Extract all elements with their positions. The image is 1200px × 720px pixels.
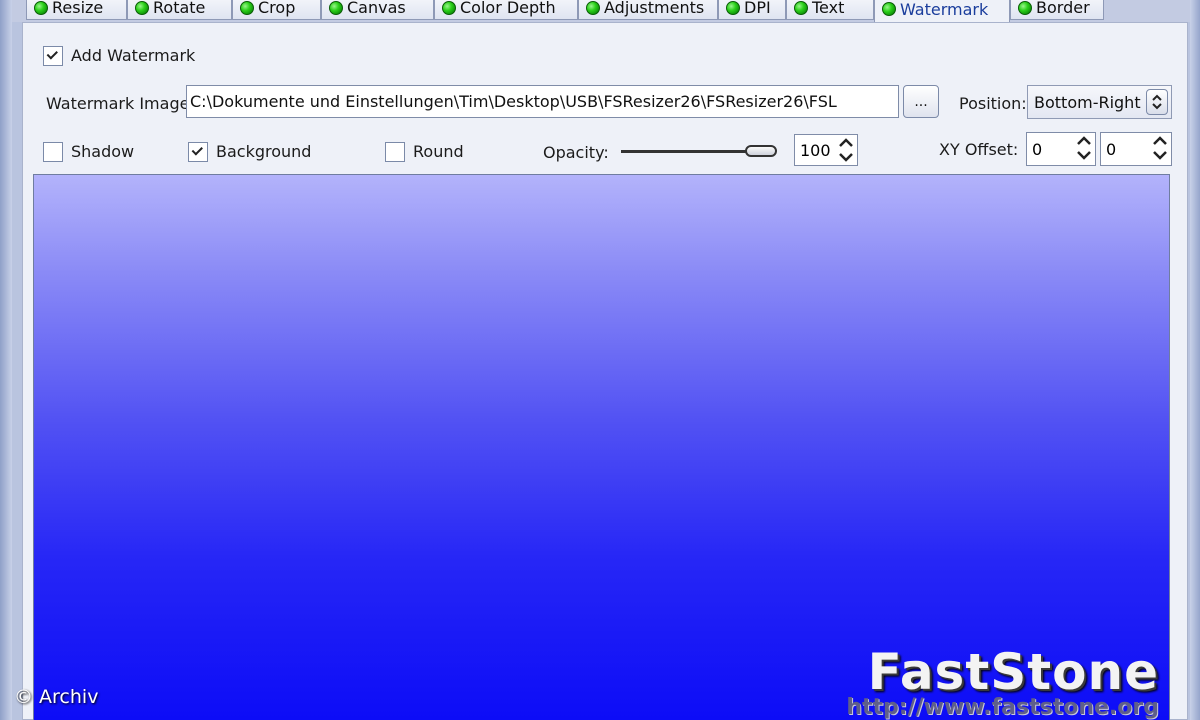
tab-label: Adjustments [604,0,705,17]
background-checkbox[interactable] [188,142,208,162]
tab-label: Resize [52,0,104,17]
tab-color-depth[interactable]: Color Depth [434,0,578,20]
up-down-arrows-icon[interactable] [1150,133,1170,163]
position-select[interactable]: Bottom-Right [1027,85,1172,119]
opacity-slider-handle[interactable] [745,145,777,157]
browse-button[interactable]: ... [903,85,939,118]
add-watermark-checkbox[interactable] [43,46,63,66]
add-watermark-label: Add Watermark [71,46,196,65]
green-dot-icon [726,0,740,15]
watermark-preview: FastStone http://www.faststone.org [33,174,1170,720]
shadow-label: Shadow [71,142,135,161]
green-dot-icon [794,0,808,15]
tab-canvas[interactable]: Canvas [321,0,434,20]
position-value: Bottom-Right [1034,92,1141,112]
tab-crop[interactable]: Crop [232,0,321,20]
tab-label: Text [812,0,845,17]
checkmark-icon [46,48,58,60]
tab-label: Watermark [900,0,989,19]
tab-dpi[interactable]: DPI [718,0,786,20]
tab-label: DPI [744,0,771,17]
app-window: Resize Rotate Crop Canvas Color Depth Ad… [0,0,1200,720]
tab-adjustments[interactable]: Adjustments [578,0,718,20]
tab-rotate[interactable]: Rotate [127,0,232,20]
green-dot-icon [442,0,456,15]
tab-border[interactable]: Border [1010,0,1104,20]
y-offset-stepper[interactable]: 0 [1100,132,1172,166]
tab-bar: Resize Rotate Crop Canvas Color Depth Ad… [12,0,1190,22]
green-dot-icon [1018,0,1032,15]
background-label: Background [216,142,312,161]
up-down-arrows-icon[interactable] [836,135,856,165]
window-right-border [1190,0,1200,720]
tab-label: Crop [258,0,296,17]
green-dot-icon [586,0,600,15]
checkmark-icon [191,144,203,156]
up-down-arrows-icon [1146,89,1168,115]
opacity-label: Opacity: [543,143,609,162]
window-left-border [0,0,12,720]
image-credit: © Archiv [14,686,99,708]
watermark-preview-title: FastStone [867,643,1159,701]
tab-text[interactable]: Text [786,0,874,20]
xy-offset-label: XY Offset: [939,140,1019,159]
green-dot-icon [882,2,896,16]
watermark-panel: Add Watermark Watermark Image: C:\Dokume… [22,22,1188,720]
round-label: Round [413,142,464,161]
up-down-arrows-icon[interactable] [1074,133,1094,163]
green-dot-icon [240,0,254,15]
green-dot-icon [135,0,149,15]
x-offset-stepper[interactable]: 0 [1026,132,1096,166]
tab-watermark[interactable]: Watermark [874,0,1010,22]
watermark-image-label: Watermark Image: [46,94,195,113]
watermark-preview-url: http://www.faststone.org [846,695,1159,720]
opacity-stepper[interactable]: 100 [794,134,858,166]
tab-label: Rotate [153,0,206,17]
green-dot-icon [34,0,48,15]
watermark-image-path-field[interactable]: C:\Dokumente und Einstellungen\Tim\Deskt… [186,85,899,118]
tab-resize[interactable]: Resize [26,0,127,20]
green-dot-icon [329,0,343,15]
position-label: Position: [959,94,1027,113]
tab-label: Color Depth [460,0,556,17]
shadow-checkbox[interactable] [43,142,63,162]
tab-label: Canvas [347,0,406,17]
tab-label: Border [1036,0,1090,17]
round-checkbox[interactable] [385,142,405,162]
